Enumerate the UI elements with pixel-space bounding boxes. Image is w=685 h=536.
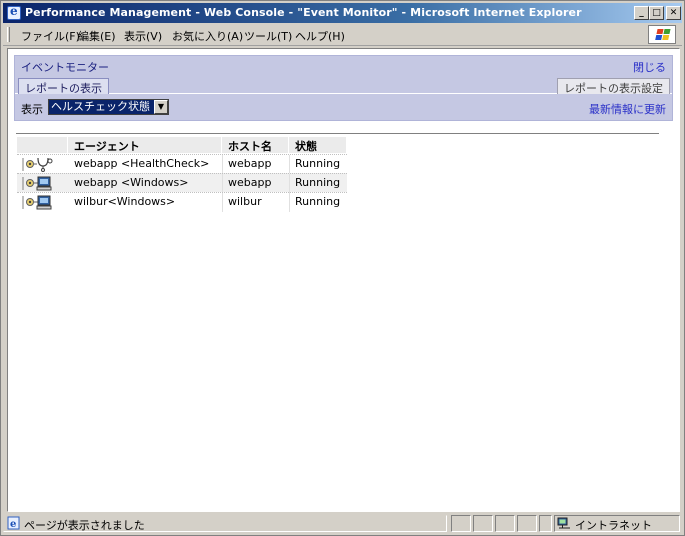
host-name: webapp (228, 157, 272, 170)
tab-report-view[interactable]: レポートの表示 (18, 78, 109, 95)
menu-help[interactable]: ヘルプ(H) (295, 28, 345, 44)
menu-file[interactable]: ファイル(F) (21, 28, 80, 44)
status-pane (495, 515, 515, 532)
windows-logo-icon (648, 25, 676, 44)
panel-header: イベントモニター 閉じる (15, 56, 672, 74)
host-name: webapp (228, 176, 272, 189)
event-monitor-panel: イベントモニター 閉じる レポートの表示 レポートの表示設定 表示 ヘルスチェッ… (14, 55, 673, 121)
tab-row: レポートの表示 レポートの表示設定 (15, 76, 672, 95)
display-select-value: ヘルスチェック状態 (51, 100, 150, 113)
intranet-icon (557, 517, 570, 529)
tab-report-settings[interactable]: レポートの表示設定 (557, 78, 670, 95)
close-window-button[interactable]: ✕ (666, 6, 681, 20)
divider (16, 133, 659, 134)
maximize-button[interactable]: □ (649, 6, 664, 20)
agent-name: webapp <HealthCheck> (74, 157, 210, 170)
title-bar[interactable]: Performance Management - Web Console - "… (3, 3, 682, 23)
menu-favorites[interactable]: お気に入り(A) (172, 28, 243, 44)
column-header-host[interactable]: ホスト名 (222, 137, 289, 153)
window-title: Performance Management - Web Console - "… (25, 6, 582, 19)
agent-status: Running (295, 176, 341, 189)
status-pane (539, 515, 552, 532)
minimize-button[interactable]: _ (634, 6, 649, 20)
page-content: イベントモニター 閉じる レポートの表示 レポートの表示設定 表示 ヘルスチェッ… (7, 48, 680, 512)
browser-window: Performance Management - Web Console - "… (0, 0, 685, 536)
windows-agent-icon (22, 176, 52, 191)
panel-title: イベントモニター (21, 61, 109, 74)
menu-bar: ファイル(F) 編集(E) 表示(V) お気に入り(A) ツール(T) ヘルプ(… (3, 24, 682, 46)
host-name: wilbur (228, 195, 262, 208)
ie-logo-icon (7, 4, 21, 20)
windows-agent-icon (22, 195, 52, 210)
menu-view[interactable]: 表示(V) (124, 28, 162, 44)
display-label: 表示 (21, 103, 43, 116)
status-pane (473, 515, 493, 532)
status-main-pane (3, 515, 447, 532)
agent-name: webapp <Windows> (74, 176, 189, 189)
icon-column-header (17, 137, 68, 153)
column-separator (289, 174, 290, 193)
table-row[interactable]: wilbur<Windows> wilbur Running (17, 192, 347, 212)
agent-status: Running (295, 195, 341, 208)
column-header-agent[interactable]: エージェント (68, 137, 222, 153)
close-link[interactable]: 閉じる (633, 59, 666, 75)
agent-status: Running (295, 157, 341, 170)
table-row[interactable]: webapp <HealthCheck> webapp Running (17, 154, 347, 174)
menu-tools[interactable]: ツール(T) (244, 28, 292, 44)
status-pane (451, 515, 471, 532)
table-row[interactable]: webapp <Windows> webapp Running (17, 173, 347, 193)
dropdown-arrow-icon[interactable]: ▼ (154, 100, 168, 114)
healthcheck-agent-icon (22, 157, 53, 172)
column-separator (289, 193, 290, 212)
zone-label: イントラネット (575, 519, 652, 532)
column-separator (222, 193, 223, 212)
column-header-status[interactable]: 状態 (289, 137, 347, 153)
status-pane (517, 515, 537, 532)
column-separator (289, 155, 290, 174)
display-select[interactable]: ヘルスチェック状態 ▼ (48, 99, 169, 115)
menu-edit[interactable]: 編集(E) (78, 28, 116, 44)
toolbar-grip[interactable] (7, 27, 10, 42)
status-bar: e ページが表示されました イントラネット (3, 513, 682, 533)
column-separator (222, 174, 223, 193)
refresh-link[interactable]: 最新情報に更新 (589, 101, 666, 117)
column-separator (222, 155, 223, 174)
agent-name: wilbur<Windows> (74, 195, 176, 208)
